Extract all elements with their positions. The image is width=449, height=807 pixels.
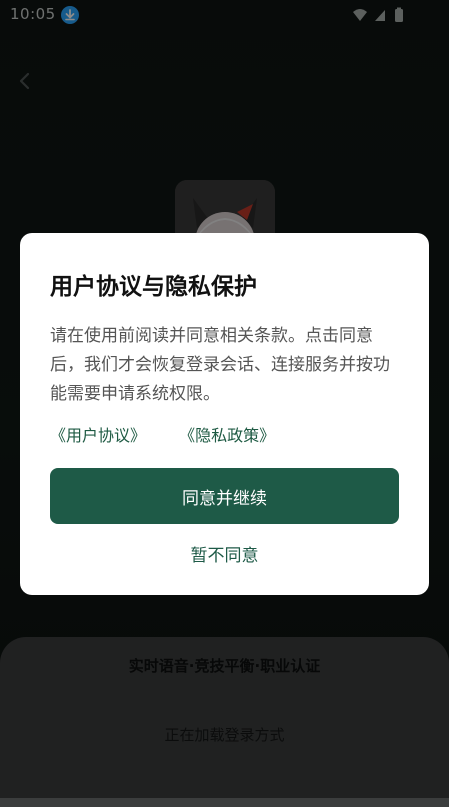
agreement-dialog: 用户协议与隐私保护 请在使用前阅读并同意相关条款。点击同意后，我们才会恢复登录会… bbox=[20, 233, 429, 595]
agree-continue-button[interactable]: 同意并继续 bbox=[50, 468, 399, 524]
dialog-title: 用户协议与隐私保护 bbox=[50, 274, 257, 300]
user-agreement-link[interactable]: 《用户协议》 bbox=[50, 422, 146, 446]
dialog-body: 请在使用前阅读并同意相关条款。点击同意后，我们才会恢复登录会话、连接服务并按功能… bbox=[50, 326, 390, 404]
policy-links: 《用户协议》 《隐私政策》 bbox=[50, 422, 303, 446]
privacy-policy-link[interactable]: 《隐私政策》 bbox=[179, 422, 275, 446]
disagree-button[interactable]: 暂不同意 bbox=[50, 536, 399, 570]
